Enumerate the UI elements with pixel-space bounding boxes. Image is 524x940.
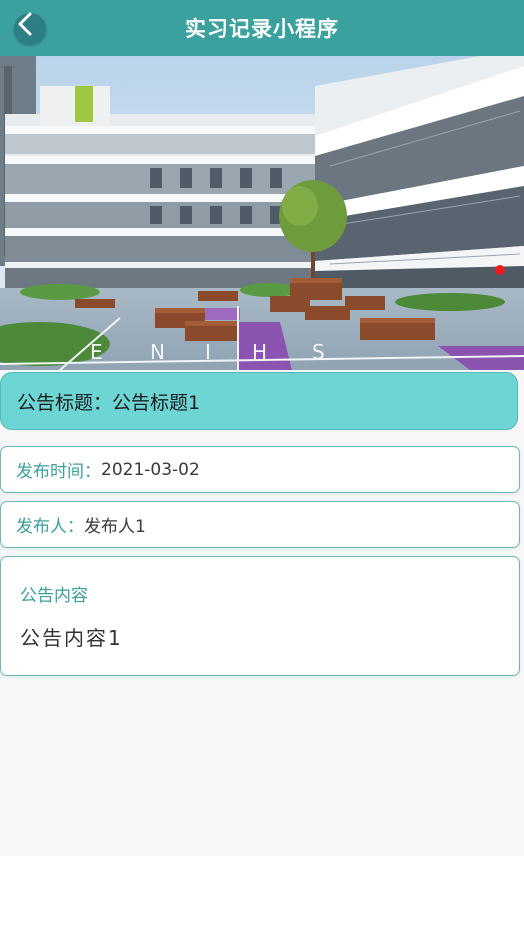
content-text: 公告内容1 xyxy=(20,626,123,650)
top-header: 实习记录小程序 xyxy=(0,0,524,56)
page-title: 实习记录小程序 xyxy=(185,17,339,41)
notice-content-card: 公告内容 公告内容1 xyxy=(0,556,520,676)
title-value: 公告标题1 xyxy=(112,391,201,414)
title-label: 公告标题： xyxy=(17,391,113,414)
chevron-left-icon xyxy=(18,12,32,36)
svg-text:N: N xyxy=(150,340,165,364)
campus-photo: H S I N E xyxy=(0,56,524,370)
svg-text:I: I xyxy=(205,340,211,364)
svg-text:S: S xyxy=(312,340,325,364)
back-button[interactable] xyxy=(14,12,46,45)
svg-text:E: E xyxy=(90,340,103,364)
publish-date-value: 2021-03-02 xyxy=(101,459,200,480)
red-dot-indicator xyxy=(495,265,505,275)
content-label: 公告内容 xyxy=(20,586,88,606)
banner-image: H S I N E xyxy=(0,56,524,370)
publisher-label: 发布人： xyxy=(16,517,84,537)
publisher-value: 发布人1 xyxy=(84,517,146,537)
svg-text:H: H xyxy=(252,340,267,364)
publish-date-label: 发布时间： xyxy=(16,462,101,482)
notice-detail-page: 实习记录小程序 H S I N E 公告标题： 公告标题1 发布时间： 2021… xyxy=(0,0,524,940)
publish-date-card: 发布时间： 2021-03-02 xyxy=(0,446,520,493)
notice-title-card: 公告标题： 公告标题1 xyxy=(0,372,518,430)
publisher-card: 发布人： 发布人1 xyxy=(0,501,520,548)
